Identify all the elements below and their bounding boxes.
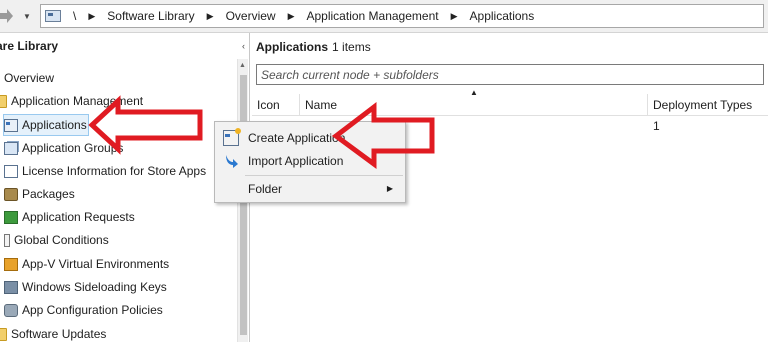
- breadcrumb-software-library[interactable]: Software Library: [107, 9, 194, 23]
- menu-item-label: Create Application: [248, 130, 346, 145]
- menu-item-label: Import Application: [248, 153, 344, 168]
- tree-item-label: Packages: [22, 187, 75, 201]
- tree-item-application-requests[interactable]: Application Requests: [4, 207, 135, 227]
- navigation-pane-header: are Library: [0, 33, 250, 59]
- folder-icon: [0, 94, 7, 108]
- tree-item-appv-environments[interactable]: App-V Virtual Environments: [4, 254, 169, 274]
- table-cell-deployment-types: 1: [653, 119, 660, 133]
- breadcrumb-root[interactable]: \: [73, 9, 76, 23]
- appv-icon: [4, 257, 18, 271]
- results-header: Applications 1 items: [256, 40, 371, 54]
- tree-item-label: App Configuration Policies: [22, 303, 163, 317]
- applications-icon: [4, 118, 18, 132]
- tree-item-license-information[interactable]: License Information for Store Apps: [4, 161, 206, 181]
- collapse-pane-icon[interactable]: ‹: [242, 41, 245, 51]
- tree-item-global-conditions[interactable]: Global Conditions: [4, 230, 109, 250]
- tree-item-app-configuration-policies[interactable]: App Configuration Policies: [4, 300, 163, 320]
- breadcrumb[interactable]: \ ▶ Software Library ▶ Overview ▶ Applic…: [40, 4, 764, 28]
- global-conditions-icon: [4, 233, 10, 247]
- create-application-icon: [223, 127, 241, 146]
- scroll-up-icon[interactable]: ▲: [239, 62, 246, 69]
- column-headers: Icon Name Deployment Types: [252, 94, 768, 116]
- tree-item-label: Windows Sideloading Keys: [22, 280, 167, 294]
- menu-item-folder[interactable]: Folder ▶: [217, 178, 403, 199]
- breadcrumb-overview[interactable]: Overview: [226, 9, 276, 23]
- breadcrumb-application-management[interactable]: Application Management: [307, 9, 439, 23]
- menu-separator: [245, 175, 403, 176]
- search-input[interactable]: Search current node + subfolders: [256, 64, 764, 85]
- tree-item-label: License Information for Store Apps: [22, 164, 207, 178]
- console-icon: [45, 10, 61, 22]
- submenu-arrow-icon: ▶: [386, 184, 393, 193]
- breadcrumb-applications[interactable]: Applications: [470, 9, 535, 23]
- menu-item-spacer: [223, 181, 239, 197]
- tree-item-label: App-V Virtual Environments: [22, 257, 170, 271]
- license-icon: [4, 164, 18, 178]
- folder-icon: [0, 327, 7, 341]
- tree-item-label: Global Conditions: [14, 233, 109, 247]
- chevron-right-icon[interactable]: ▶: [88, 11, 95, 22]
- chevron-right-icon[interactable]: ▶: [288, 11, 295, 22]
- tree-item-application-groups[interactable]: Application Groups: [4, 138, 123, 158]
- menu-item-import-application[interactable]: Import Application: [217, 150, 403, 171]
- chevron-right-icon[interactable]: ▶: [451, 11, 458, 22]
- results-count: 1 items: [332, 40, 371, 54]
- context-menu: Create Application Import Application Fo…: [214, 121, 406, 203]
- config-policies-icon: [4, 303, 18, 317]
- import-arrow-icon: [223, 153, 239, 169]
- tree-item-application-management[interactable]: Application Management: [0, 91, 143, 111]
- menu-item-create-application[interactable]: Create Application: [217, 127, 403, 148]
- tree-item-label: Applications: [22, 118, 87, 132]
- column-header-icon[interactable]: Icon: [252, 94, 300, 116]
- tree-item-software-updates[interactable]: Software Updates: [0, 324, 106, 344]
- address-toolbar: ▼ \ ▶ Software Library ▶ Overview ▶ Appl…: [0, 0, 768, 33]
- packages-icon: [4, 187, 18, 201]
- column-header-name[interactable]: Name: [300, 94, 648, 116]
- tree-item-label: Overview: [4, 71, 55, 85]
- forward-arrow-icon[interactable]: [0, 6, 16, 26]
- tree-item-label: Application Groups: [22, 141, 124, 155]
- tree-item-label: Application Requests: [22, 210, 135, 224]
- sideloading-keys-icon: [4, 280, 18, 294]
- tree-item-label: Application Management: [11, 94, 144, 108]
- results-title: Applications: [256, 40, 329, 54]
- tree-item-overview[interactable]: Overview: [0, 68, 54, 88]
- navigation-pane: are Library ‹ Overview Application Manag…: [0, 33, 250, 342]
- application-groups-icon: [4, 141, 18, 155]
- history-dropdown-icon[interactable]: ▼: [20, 6, 34, 26]
- column-header-deployment-types[interactable]: Deployment Types: [648, 94, 768, 116]
- tree-item-packages[interactable]: Packages: [4, 184, 75, 204]
- tree-item-applications[interactable]: Applications: [3, 114, 89, 136]
- menu-item-label: Folder: [248, 181, 283, 196]
- chevron-right-icon[interactable]: ▶: [207, 11, 214, 22]
- tree-item-label: Software Updates: [11, 327, 107, 341]
- navigation-pane-title: are Library: [0, 39, 59, 53]
- scrollbar-thumb[interactable]: [240, 75, 247, 335]
- tree-item-sideloading-keys[interactable]: Windows Sideloading Keys: [4, 277, 167, 297]
- application-requests-icon: [4, 210, 18, 224]
